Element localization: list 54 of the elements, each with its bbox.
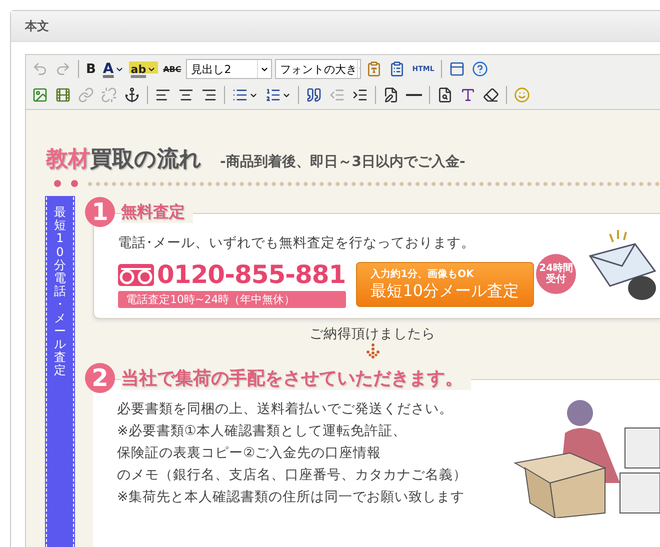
unlink-icon: [101, 87, 117, 103]
button-label: 最短10分メール査定: [370, 280, 520, 302]
eraser-icon: [483, 87, 499, 103]
anchor-icon: [124, 87, 140, 103]
step-title: 無料査定: [121, 202, 193, 222]
step-text: ※集荷先と本人確認書類の住所は同一でお願い致します: [117, 488, 466, 507]
window-title: 本文: [25, 18, 49, 34]
down-arrow-icon: [366, 343, 380, 359]
page-heading: 教材買取の流れ: [46, 146, 202, 174]
clipboard-list-icon: [389, 61, 406, 77]
font-color-button[interactable]: A: [100, 58, 126, 80]
undo-icon: [32, 61, 48, 77]
step-number: 2: [85, 363, 115, 393]
align-center-icon: [178, 87, 194, 103]
outdent-icon: [329, 87, 345, 103]
phone-hours: 電話査定10時~24時（年中無休）: [118, 291, 346, 308]
align-right-icon: [201, 87, 217, 103]
letter-icon: [460, 87, 476, 103]
step-text: 電話･メール、いずれでも無料査定を行なっております。: [118, 234, 476, 252]
phone-number: 0120-855-881: [157, 260, 346, 289]
redo-icon: [55, 61, 71, 77]
step-title: 当社で集荷の手配をさせていただきます。: [121, 366, 471, 390]
bold-button[interactable]: B: [84, 58, 98, 80]
step-text: 保険証の表裏コピー②ご入金先の口座情報: [117, 444, 382, 463]
transition-text: ご納得頂けましたら: [310, 325, 436, 343]
side-banner-text: 最短10分電話・メール査定: [53, 204, 67, 380]
film-icon: [55, 87, 71, 103]
image-icon: [32, 87, 48, 103]
step-number: 1: [85, 197, 115, 227]
button-note: 入力約1分、画像もOK: [370, 268, 475, 280]
spellcheck-button[interactable]: ABC: [161, 58, 184, 80]
step-text: のメモ（銀行名、支店名、口座番号、カタカナご名義）: [117, 466, 468, 485]
indent-icon: [352, 87, 368, 103]
link-icon: [78, 87, 94, 103]
bullet-list-icon: [232, 87, 248, 103]
heading-subtitle: -商品到着後、即日～3日以内でご入金-: [220, 153, 466, 171]
smiley-icon: [514, 87, 530, 103]
align-left-icon: [155, 87, 171, 103]
magnifier-document-icon: [437, 87, 453, 103]
dropdown-field[interactable]: 見出し2: [186, 59, 272, 79]
step-text: 必要書類を同梱の上、送料着払いでご発送ください。: [117, 400, 454, 419]
dot-icon: [54, 180, 61, 187]
horizontal-line-icon: [406, 94, 422, 96]
hours-badge: 24時間 受付: [536, 254, 576, 294]
free-dial-icon: [118, 264, 154, 286]
help-icon: [472, 61, 488, 77]
dropdown-field[interactable]: フォントの大き: [275, 59, 362, 79]
clipboard-text-icon: [366, 61, 382, 77]
step-text: ※必要書類①本人確認書類として運転免許証、: [117, 422, 408, 441]
window-icon: [449, 61, 466, 77]
numbered-list-icon: [265, 87, 281, 103]
quote-icon: [306, 87, 322, 103]
pencil-document-icon: [383, 87, 399, 103]
dot-icon: [71, 180, 78, 187]
